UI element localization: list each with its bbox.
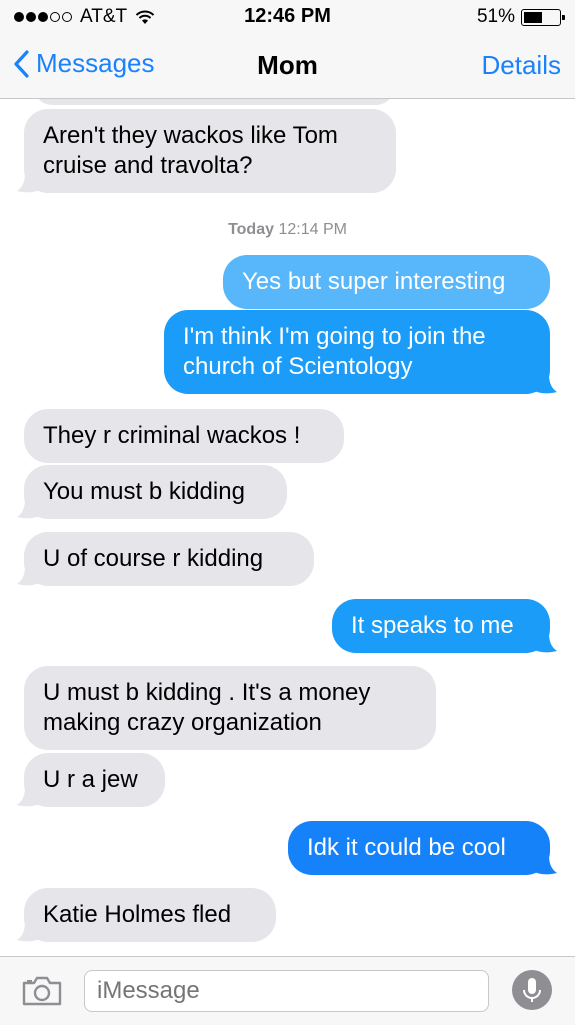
message-text: Yes but super interesting xyxy=(242,268,506,295)
message-bubble-received[interactable]: U r a jew xyxy=(17,753,165,807)
message-text: U must b kidding . It's a money making c… xyxy=(43,679,371,736)
bubble-tail xyxy=(17,922,41,942)
bubble-tail xyxy=(533,633,557,653)
bubble-tail xyxy=(17,787,41,807)
message-text: You must b kidding xyxy=(43,478,245,505)
message-bubble-received[interactable]: Katie Holmes fled xyxy=(17,888,276,942)
message-text: Idk it could be cool xyxy=(307,834,506,861)
camera-icon[interactable] xyxy=(22,976,62,1006)
bubble-tail xyxy=(17,173,41,193)
battery-fill xyxy=(524,11,542,23)
bubble-tail xyxy=(17,499,41,519)
message-text: Katie Holmes fled xyxy=(43,901,232,928)
bubble-tail xyxy=(17,566,41,586)
message-bubble-sent[interactable]: Yes but super interesting xyxy=(223,255,550,309)
message-bubble-sent[interactable]: I'm think I'm going to join the church o… xyxy=(164,310,557,394)
bubble-tail xyxy=(533,855,557,875)
message-text: They r criminal wackos ! xyxy=(43,422,301,449)
timestamp-time: 12:14 PM xyxy=(278,221,347,238)
message-bubble-received[interactable]: You must b kidding xyxy=(17,465,287,519)
message-thread[interactable]: Aren't they wackos like Tom cruise and t… xyxy=(0,99,575,955)
message-text: U r a jew xyxy=(43,766,138,793)
message-text: U of course r kidding xyxy=(43,545,264,572)
navigation-bar: Messages Mom Details xyxy=(0,34,575,99)
message-bubble-partial xyxy=(34,99,394,105)
message-text: I'm think I'm going to join the church o… xyxy=(183,323,486,380)
details-button[interactable]: Details xyxy=(482,50,561,81)
message-bubble-received[interactable]: Aren't they wackos like Tom cruise and t… xyxy=(17,109,396,193)
bubble-tail xyxy=(533,374,557,394)
message-bubble-sent[interactable]: Idk it could be cool xyxy=(288,821,557,875)
battery-icon xyxy=(521,8,565,26)
battery-nub xyxy=(562,14,565,20)
microphone-icon xyxy=(523,978,541,1002)
timestamp-day: Today xyxy=(228,221,274,238)
battery-percentage: 51% xyxy=(476,6,515,27)
message-bubble-received[interactable]: U of course r kidding xyxy=(17,532,314,586)
message-input[interactable] xyxy=(84,970,489,1012)
message-bubble-received[interactable]: U must b kidding . It's a money making c… xyxy=(24,666,436,750)
timestamp: Today 12:14 PM xyxy=(0,221,575,239)
message-text: Aren't they wackos like Tom cruise and t… xyxy=(43,122,338,179)
message-input-bar xyxy=(0,956,575,1025)
message-bubble-received[interactable]: They r criminal wackos ! xyxy=(24,409,344,463)
message-bubble-sent[interactable]: It speaks to me xyxy=(332,599,557,653)
status-right: 51% xyxy=(476,6,565,28)
status-bar: AT&T 12:46 PM 51% xyxy=(0,0,575,34)
microphone-button[interactable] xyxy=(512,970,552,1010)
message-text: It speaks to me xyxy=(351,612,514,639)
